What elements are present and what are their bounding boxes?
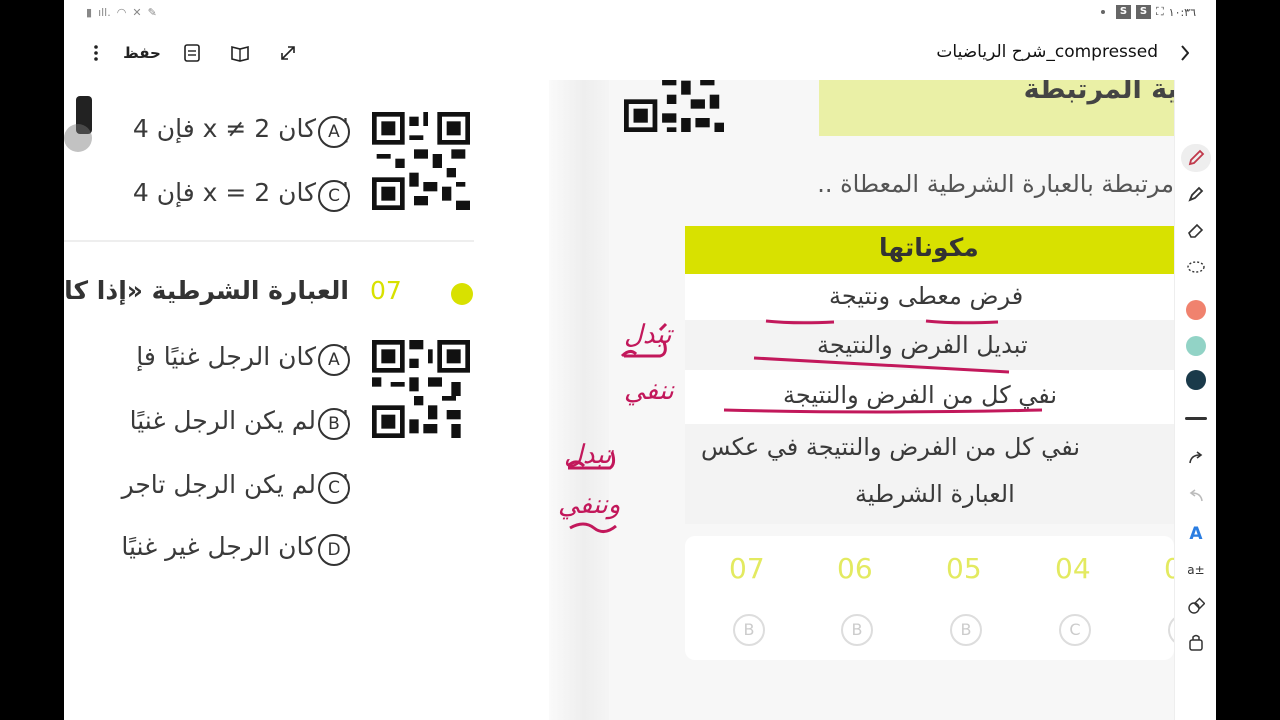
eraser-icon[interactable]	[1181, 216, 1211, 244]
lasso-icon[interactable]	[1181, 254, 1211, 282]
back-chevron-icon[interactable]	[1174, 38, 1194, 68]
handwriting-layer	[566, 319, 1043, 533]
text-format-icon[interactable]: a±	[1181, 556, 1211, 584]
text-recognition-icon[interactable]: A	[1181, 520, 1211, 548]
highlighter-icon[interactable]	[1181, 180, 1211, 208]
color-swatch-navy[interactable]	[1181, 366, 1211, 394]
handwriting-note: وننفي	[558, 490, 621, 520]
handwriting-note: تبدل	[564, 440, 612, 470]
handwriting-note: تبدل	[624, 320, 672, 350]
signal-icon: ıll.	[98, 6, 111, 19]
thickness-icon[interactable]	[1181, 404, 1211, 432]
screenshot-icon: ⛶	[1155, 5, 1164, 18]
pen-icon[interactable]	[1181, 144, 1211, 172]
s-badge: S	[1135, 5, 1151, 19]
pen-status-icon: ✎	[147, 6, 157, 19]
status-bar: ▮ ıll. ◠ ✕ ✎ S S ⛶ ١٠:٣٦	[64, 0, 1216, 26]
lock-icon[interactable]	[1181, 628, 1211, 656]
annotation-toolbar: A a±	[1174, 80, 1216, 720]
notification-dot	[1100, 10, 1105, 14]
shapes-icon[interactable]	[1181, 592, 1211, 620]
battery-icon: ▮	[86, 6, 93, 19]
color-swatch-orange[interactable]	[1181, 296, 1211, 324]
redo-icon[interactable]	[1181, 444, 1211, 472]
status-right: S S ⛶ ١٠:٣٦	[1100, 5, 1196, 19]
status-icons: ▮ ıll. ◠ ✕ ✎	[86, 6, 157, 19]
wifi-icon: ◠	[116, 6, 127, 19]
document-title: شرح الرياضيات_compressed	[936, 42, 1158, 62]
more-options-icon[interactable]	[86, 38, 106, 68]
handwriting-note: ننفي	[624, 376, 674, 406]
s-badge: S	[1115, 5, 1131, 19]
undo-icon[interactable]	[1181, 482, 1211, 510]
clock: ١٠:٣٦	[1168, 5, 1196, 19]
book-icon[interactable]	[228, 38, 252, 68]
save-button[interactable]: حفظ	[120, 38, 164, 68]
top-toolbar: حفظ شرح الرياضيات_compressed	[64, 26, 1216, 80]
document-canvas[interactable]: إذا كان 2 ≠ x فإن 4 A إذا كان 2 = x فإن …	[64, 80, 1174, 720]
app-screen: ▮ ıll. ◠ ✕ ✎ S S ⛶ ١٠:٣٦ حفظ شرح الرياضي…	[64, 0, 1216, 720]
mute-icon: ✕	[132, 6, 142, 19]
color-swatch-teal[interactable]	[1181, 332, 1211, 360]
expand-icon[interactable]	[276, 38, 300, 68]
page-view-icon[interactable]	[180, 38, 204, 68]
